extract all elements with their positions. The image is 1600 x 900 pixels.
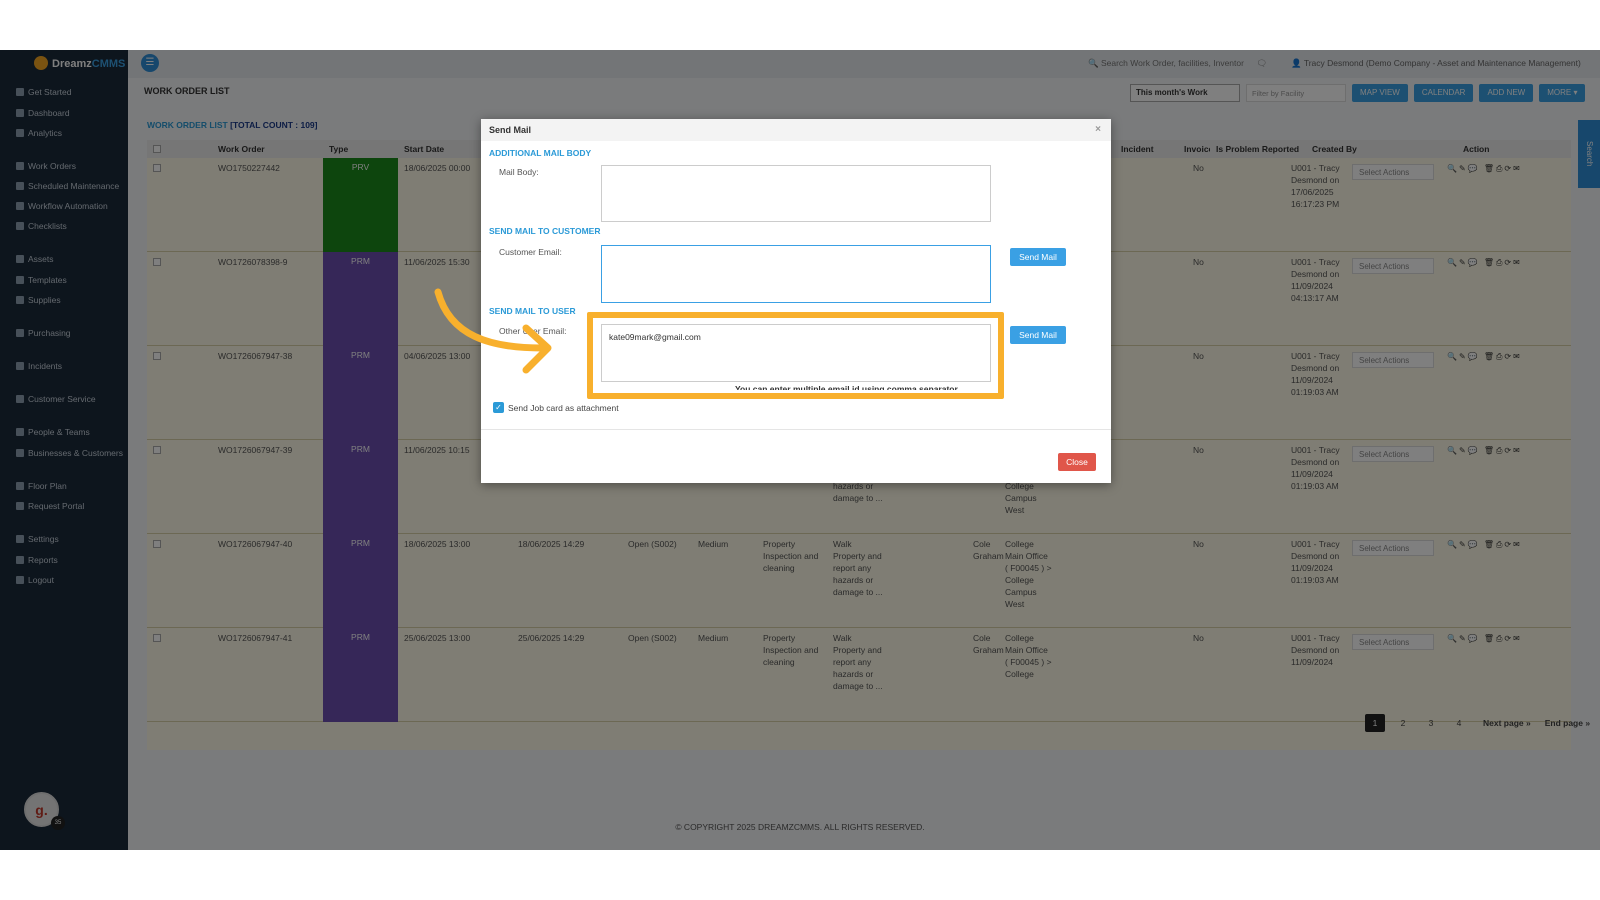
attach-job-card-checkbox[interactable]: ✓ bbox=[493, 402, 504, 413]
send-mail-customer-button[interactable]: Send Mail bbox=[1010, 248, 1066, 266]
mail-body-label: Mail Body: bbox=[499, 167, 539, 177]
close-icon[interactable]: × bbox=[1095, 124, 1101, 135]
customer-email-label: Customer Email: bbox=[499, 247, 562, 257]
mail-body-textarea[interactable] bbox=[601, 165, 991, 222]
modal-title: Send Mail bbox=[489, 125, 532, 135]
modal-header: Send Mail × bbox=[481, 119, 1111, 141]
attach-job-card-label: Send Job card as attachment bbox=[508, 403, 619, 413]
highlight-box bbox=[587, 312, 1004, 399]
section-additional-mail-body: ADDITIONAL MAIL BODY bbox=[489, 148, 592, 158]
app-root: DreamzCMMS Get Started Dashboard Analyti… bbox=[0, 50, 1600, 850]
close-button[interactable]: Close bbox=[1058, 453, 1096, 471]
arrow-icon bbox=[434, 288, 552, 374]
send-mail-user-button[interactable]: Send Mail bbox=[1010, 326, 1066, 344]
customer-email-textarea[interactable] bbox=[601, 245, 991, 303]
section-send-to-customer: SEND MAIL TO CUSTOMER bbox=[489, 226, 601, 236]
modal-divider bbox=[481, 429, 1111, 430]
